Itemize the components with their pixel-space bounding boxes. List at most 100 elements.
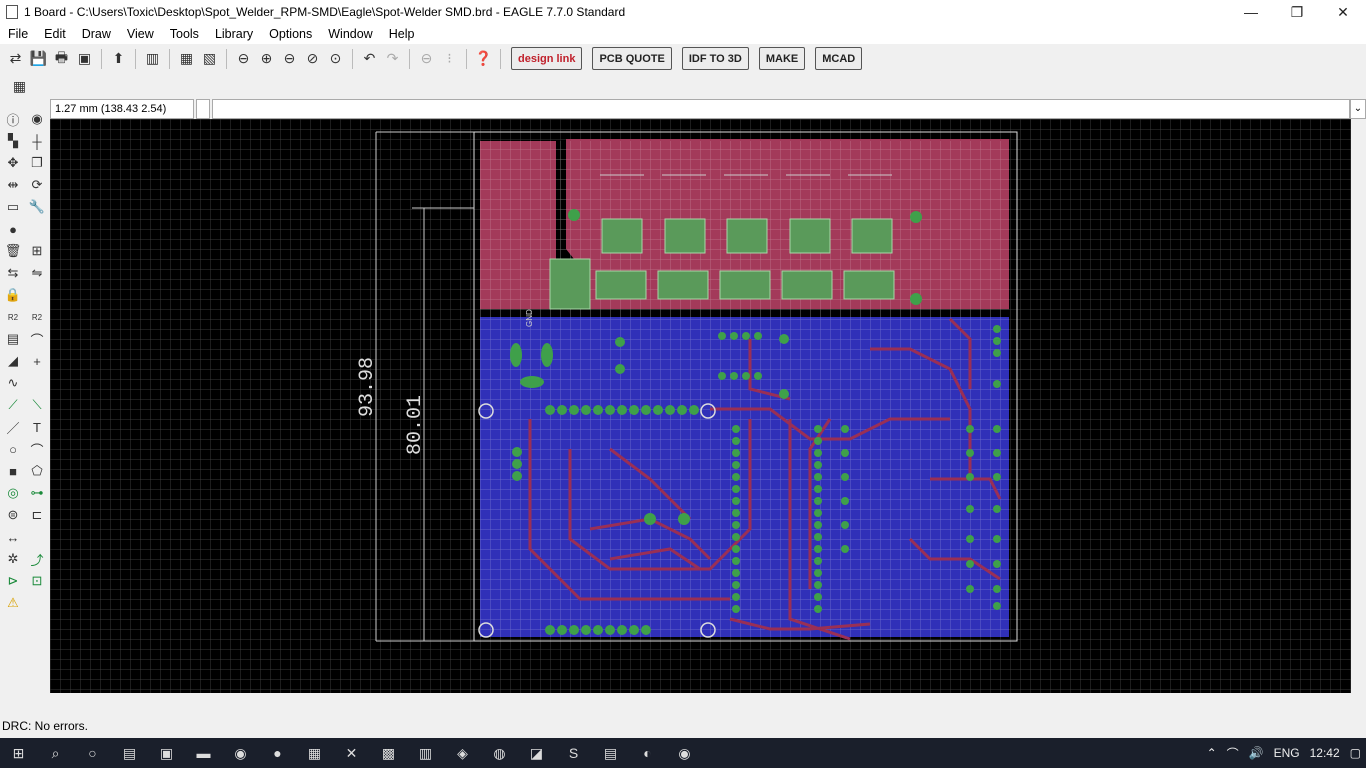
arc-icon[interactable]: ⌒ bbox=[25, 438, 49, 460]
menu-view[interactable]: View bbox=[119, 27, 162, 41]
menu-help[interactable]: Help bbox=[381, 27, 423, 41]
start-icon[interactable]: ⊞ bbox=[0, 738, 37, 768]
app-icon-4[interactable]: ✕ bbox=[333, 738, 370, 768]
clock[interactable]: 12:42 bbox=[1305, 746, 1345, 760]
menu-library[interactable]: Library bbox=[207, 27, 261, 41]
zoom-in-icon[interactable]: ⊕ bbox=[256, 48, 277, 69]
grid-icon[interactable]: ▦ bbox=[9, 76, 30, 97]
circle-icon[interactable]: ○ bbox=[1, 438, 25, 460]
board-canvas[interactable]: 93.98 80.01 GND bbox=[50, 119, 1351, 693]
vertical-scrollbar[interactable] bbox=[1351, 119, 1366, 693]
optimize-icon[interactable]: + bbox=[25, 350, 49, 372]
paste-icon[interactable]: ● bbox=[1, 218, 25, 240]
show-icon[interactable]: ◉ bbox=[25, 108, 49, 130]
app-icon-9[interactable]: ▤ bbox=[592, 738, 629, 768]
cortana-icon[interactable]: ○ bbox=[74, 738, 111, 768]
route-icon[interactable]: ⟋ bbox=[1, 394, 25, 416]
minimize-button[interactable]: — bbox=[1228, 0, 1274, 24]
zoom-redraw-icon[interactable]: ⊘ bbox=[302, 48, 323, 69]
ripup-icon[interactable]: ⟍ bbox=[25, 394, 49, 416]
zoom-out-icon[interactable]: ⊖ bbox=[279, 48, 300, 69]
signal-icon[interactable]: ⊶ bbox=[25, 482, 49, 504]
meander-icon[interactable]: ∿ bbox=[1, 372, 25, 394]
move-icon[interactable]: ✥ bbox=[1, 152, 25, 174]
change-icon[interactable]: 🔧 bbox=[25, 196, 49, 218]
command-dropdown[interactable]: ⌄ bbox=[1350, 99, 1366, 119]
zoom-select-icon[interactable]: ⊙ bbox=[325, 48, 346, 69]
menu-tools[interactable]: Tools bbox=[162, 27, 207, 41]
menu-edit[interactable]: Edit bbox=[36, 27, 74, 41]
menu-file[interactable]: File bbox=[0, 27, 36, 41]
delete-icon[interactable]: 🗑 bbox=[1, 240, 25, 262]
erc-icon[interactable]: ⊳ bbox=[1, 570, 25, 592]
app-icon-6[interactable]: ◈ bbox=[444, 738, 481, 768]
eagle-icon[interactable]: ◉ bbox=[666, 738, 703, 768]
split-icon[interactable]: ◢ bbox=[1, 350, 25, 372]
cam-icon[interactable]: ▣ bbox=[74, 48, 95, 69]
hole-icon[interactable]: ⊜ bbox=[1, 504, 25, 526]
calculator-icon[interactable]: ▩ bbox=[370, 738, 407, 768]
close-button[interactable]: ✕ bbox=[1320, 0, 1366, 24]
menu-options[interactable]: Options bbox=[261, 27, 320, 41]
save-icon[interactable]: 💾 bbox=[28, 48, 49, 69]
pcb-drawing[interactable]: 93.98 80.01 GND bbox=[50, 119, 1351, 693]
design-link-button[interactable]: design link bbox=[511, 47, 583, 70]
attribute-icon[interactable]: ⊏ bbox=[25, 504, 49, 526]
board-icon[interactable]: ▧ bbox=[199, 48, 220, 69]
command-history-button[interactable] bbox=[196, 99, 210, 119]
idf-to-3d-button[interactable]: IDF TO 3D bbox=[681, 47, 749, 70]
go-icon[interactable]: ⁝ bbox=[439, 48, 460, 69]
firefox-icon[interactable]: ◐ bbox=[629, 738, 666, 768]
rotate-icon[interactable]: ⟳ bbox=[25, 174, 49, 196]
redo-icon[interactable]: ↷ bbox=[382, 48, 403, 69]
dimension-icon[interactable]: ↔ bbox=[1, 526, 25, 548]
skype-icon[interactable]: S bbox=[555, 738, 592, 768]
make-button[interactable]: MAKE bbox=[758, 47, 806, 70]
ulp-icon[interactable]: ▥ bbox=[142, 48, 163, 69]
mark-icon[interactable]: ┼ bbox=[25, 130, 49, 152]
script-icon[interactable]: ⬆ bbox=[108, 48, 129, 69]
undo-icon[interactable]: ↶ bbox=[359, 48, 380, 69]
autoroute-icon[interactable]: ⤴ bbox=[25, 548, 49, 570]
text-icon[interactable]: T bbox=[25, 416, 49, 438]
folder-icon[interactable]: ▬ bbox=[185, 738, 222, 768]
drc-icon[interactable]: ⊡ bbox=[25, 570, 49, 592]
browser-icon[interactable]: ◉ bbox=[222, 738, 259, 768]
rect-icon[interactable]: ■ bbox=[1, 460, 25, 482]
replace-icon[interactable]: ⇆ bbox=[1, 262, 25, 284]
app-icon-2[interactable]: ● bbox=[259, 738, 296, 768]
menu-draw[interactable]: Draw bbox=[74, 27, 119, 41]
app-icon-3[interactable]: ▦ bbox=[296, 738, 333, 768]
padlock-icon[interactable]: 🔒 bbox=[1, 284, 25, 306]
polygon-icon[interactable]: ⬠ bbox=[25, 460, 49, 482]
command-input[interactable] bbox=[212, 99, 1350, 119]
value-icon[interactable]: R2 bbox=[25, 306, 49, 328]
app-icon-1[interactable]: ▣ bbox=[148, 738, 185, 768]
mirror-icon[interactable]: ⇹ bbox=[1, 174, 25, 196]
via-icon[interactable]: ◎ bbox=[1, 482, 25, 504]
miter-icon[interactable]: ⌒ bbox=[25, 328, 49, 350]
zoom-fit-icon[interactable]: ⊖ bbox=[233, 48, 254, 69]
display-icon[interactable]: ▚ bbox=[1, 130, 25, 152]
search-icon[interactable]: ⌕ bbox=[37, 738, 74, 768]
copy-icon[interactable]: ❐ bbox=[25, 152, 49, 174]
volume-icon[interactable]: 🔊 bbox=[1244, 746, 1269, 760]
wire-icon[interactable]: ／ bbox=[1, 416, 25, 438]
pcb-quote-button[interactable]: PCB QUOTE bbox=[592, 47, 672, 70]
lock-icon[interactable]: ⇋ bbox=[25, 262, 49, 284]
name-icon[interactable]: R2 bbox=[1, 306, 25, 328]
notification-icon[interactable]: ▢ bbox=[1345, 746, 1366, 760]
network-icon[interactable]: ⌒ bbox=[1222, 745, 1244, 762]
ratsnest-icon[interactable]: ✲ bbox=[1, 548, 25, 570]
add-icon[interactable]: ⊞ bbox=[25, 240, 49, 262]
mcad-button[interactable]: MCAD bbox=[815, 47, 863, 70]
horizontal-scrollbar[interactable] bbox=[50, 693, 1351, 709]
menu-window[interactable]: Window bbox=[320, 27, 380, 41]
stop-icon[interactable]: ⊖ bbox=[416, 48, 437, 69]
language-indicator[interactable]: ENG bbox=[1269, 746, 1305, 760]
schematic-icon[interactable]: ▦ bbox=[176, 48, 197, 69]
info-icon[interactable]: ⓘ bbox=[1, 108, 25, 130]
group-icon[interactable]: ▭ bbox=[1, 196, 25, 218]
task-view-icon[interactable]: ▤ bbox=[111, 738, 148, 768]
smash-icon[interactable]: ▤ bbox=[1, 328, 25, 350]
